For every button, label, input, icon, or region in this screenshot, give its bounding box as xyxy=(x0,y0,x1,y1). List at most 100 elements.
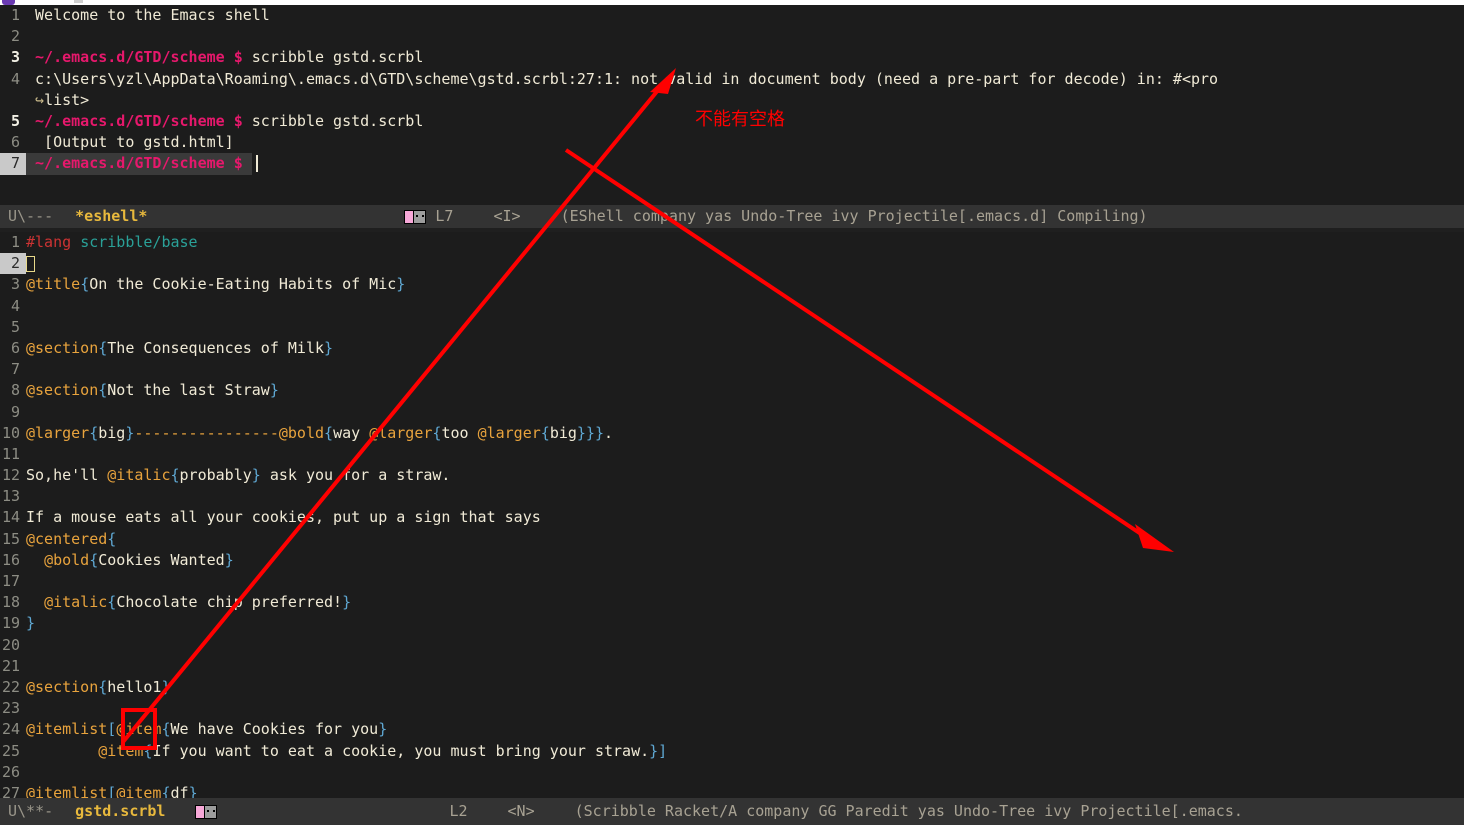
scribble-line[interactable]: 18 @italic{Chocolate chip preferred!} xyxy=(0,592,1464,613)
scribble-text-segment: scribble/base xyxy=(80,233,198,251)
scribble-text-segment: @italic xyxy=(107,466,171,485)
scribble-text-segment: big xyxy=(549,423,577,442)
scribble-text-segment: @bold xyxy=(278,423,325,442)
scribble-line[interactable]: 20 xyxy=(0,635,1464,656)
nyan-cat-progress-indicator-bottom[interactable] xyxy=(189,803,229,821)
emacs-screenshot: 1 Welcome to the Emacs shell 2 3 ~/.emacs.… xyxy=(0,0,1464,825)
scribble-source-window[interactable]: 1 #lang scribble/base 2 3 @title{On the Cook… xyxy=(0,232,1464,798)
eshell-modeline[interactable]: U\--- *eshell* L7 <I> (EShell company ya… xyxy=(0,205,1464,228)
scribble-text-segment: We have Cookies for you xyxy=(170,720,379,739)
scribble-text-segment xyxy=(26,592,44,613)
scribble-text-segment: } xyxy=(269,381,279,400)
scribble-text-segment: } xyxy=(224,550,234,569)
scribble-text-segment: @italic xyxy=(44,593,108,612)
eshell-line[interactable]: 3 ~/.emacs.d/GTD/scheme $ scribble gstd.… xyxy=(0,47,1464,68)
line-number: 4 xyxy=(10,69,20,88)
line-number: 2 xyxy=(10,27,20,46)
line-number: 18 xyxy=(1,593,20,612)
line-number: 5 xyxy=(10,111,20,130)
scribble-text-segment: [ xyxy=(107,720,117,739)
line-number: 20 xyxy=(1,635,20,654)
scribble-line[interactable]: 25 @item{If you want to eat a cookie, yo… xyxy=(0,741,1464,762)
eshell-text-segment: ~/.emacs.d/GTD/scheme $ xyxy=(26,111,243,130)
scribble-text-segment: Cookies Wanted xyxy=(98,550,225,569)
line-number: 2 xyxy=(0,253,26,275)
eshell-text-segment: ~/.emacs.d/GTD/scheme $ xyxy=(26,48,243,67)
line-number: 14 xyxy=(1,508,20,527)
scribble-line[interactable]: 3 @title{On the Cookie-Eating Habits of M… xyxy=(0,274,1464,295)
scribble-line[interactable]: 7 xyxy=(0,359,1464,380)
text-cursor xyxy=(255,155,258,173)
scribble-line[interactable]: 14 If a mouse eats all your cookies, put … xyxy=(0,507,1464,528)
scribble-line[interactable]: 17 xyxy=(0,571,1464,592)
line-number: 15 xyxy=(1,529,20,548)
eshell-text-segment: scribble gstd.scrbl xyxy=(242,48,424,67)
line-number: 3 xyxy=(10,48,20,67)
scribble-text-segment: @title xyxy=(26,275,81,294)
scribble-line[interactable]: 12 So,he'll @italic{probably} ask you for… xyxy=(0,465,1464,486)
scribble-text-segment: If a mouse eats all your cookies, put up… xyxy=(26,508,541,527)
nyan-cat-progress-indicator[interactable] xyxy=(167,208,427,226)
line-number: 17 xyxy=(1,572,20,590)
eshell-line[interactable]: 6 [Output to gstd.html] xyxy=(0,132,1464,153)
scribble-line[interactable]: 10 @larger{big} ---------------- @bold{way … xyxy=(0,423,1464,444)
scribble-text-segment: too xyxy=(441,423,478,442)
scribble-text-segment: { xyxy=(170,466,180,485)
scribble-text-segment: { xyxy=(432,423,442,442)
scribble-modeline-evil-state: <N> xyxy=(507,802,535,820)
scribble-text-segment: If you want to eat a cookie, you must br… xyxy=(152,741,650,760)
scribble-line[interactable]: 4 xyxy=(0,296,1464,317)
scribble-modeline-buffer-name[interactable]: gstd.scrbl xyxy=(75,798,165,825)
line-number: 4 xyxy=(10,296,20,315)
scribble-modeline[interactable]: U\**- gstd.scrbl L2 <N> (Scribble Racket… xyxy=(0,798,1464,825)
scribble-line[interactable]: 24 @itemlist[@item{We have Cookies for yo… xyxy=(0,719,1464,740)
scribble-text-segment: @section xyxy=(26,677,99,696)
eshell-line[interactable]: 1 Welcome to the Emacs shell xyxy=(0,5,1464,26)
scribble-line[interactable]: 9 xyxy=(0,402,1464,423)
scribble-text-segment: } xyxy=(251,466,261,485)
eshell-line[interactable]: 4 c:\Users\yzl\AppData\Roaming\.emacs.d\… xyxy=(0,69,1464,90)
scribble-line[interactable]: 22 @section{hello1} xyxy=(0,677,1464,698)
eshell-buffer-text[interactable]: 1 Welcome to the Emacs shell 2 3 ~/.emacs.… xyxy=(0,5,1464,175)
scribble-line[interactable]: 13 xyxy=(0,486,1464,507)
scribble-line[interactable]: 19} xyxy=(0,613,1464,634)
scribble-line[interactable]: 8 @section{Not the last Straw} xyxy=(0,380,1464,401)
scribble-text-segment: } xyxy=(378,720,388,739)
scribble-text-segment: { xyxy=(107,593,117,612)
scribble-text-segment: hello1 xyxy=(107,677,162,696)
eshell-modeline-buffer-name[interactable]: *eshell* xyxy=(75,205,147,228)
scribble-line[interactable]: 23 xyxy=(0,698,1464,719)
scribble-text-segment: } xyxy=(125,423,135,442)
scribble-line[interactable]: 11 xyxy=(0,444,1464,465)
line-number: 27 xyxy=(1,783,20,798)
scribble-modeline-position: L2 xyxy=(449,802,468,820)
scribble-buffer-text[interactable]: 1 #lang scribble/base 2 3 @title{On the Cook… xyxy=(0,232,1464,798)
eshell-text-segment: ↪ xyxy=(26,90,45,109)
scribble-text-segment: { xyxy=(98,381,108,400)
scribble-line[interactable]: 15 @centered{ xyxy=(0,529,1464,550)
line-number: 1 xyxy=(10,6,20,24)
scribble-text-segment: { xyxy=(161,783,171,798)
scribble-line[interactable]: 27 @itemlist[@item{df} xyxy=(0,783,1464,798)
line-number: 7 xyxy=(10,360,20,379)
scribble-line[interactable]: 2 xyxy=(0,253,1464,275)
scribble-text-segment: @larger xyxy=(369,423,433,442)
eshell-line[interactable]: 7 ~/.emacs.d/GTD/scheme $ xyxy=(0,153,1464,175)
scribble-text-segment: { xyxy=(89,423,99,442)
eshell-text-segment: ~/.emacs.d/GTD/scheme $ xyxy=(26,153,252,175)
scribble-modeline-flags: U\**- xyxy=(8,802,54,820)
line-number: 22 xyxy=(1,677,20,696)
line-number: 19 xyxy=(1,614,20,633)
scribble-line[interactable]: 21 xyxy=(0,656,1464,677)
scribble-text-segment: . xyxy=(604,423,614,442)
scribble-line[interactable]: 5 xyxy=(0,317,1464,338)
scribble-line[interactable]: 26 xyxy=(0,762,1464,783)
eshell-line[interactable]: 2 xyxy=(0,26,1464,47)
scribble-line[interactable]: 6 @section{The Consequences of Milk} xyxy=(0,338,1464,359)
eshell-text-segment: [Output to gstd.html] xyxy=(26,133,234,152)
scribble-text-segment: Chocolate chip preferred! xyxy=(116,593,343,612)
scribble-text-segment: { xyxy=(98,338,108,357)
scribble-line[interactable]: 1 #lang scribble/base xyxy=(0,232,1464,253)
scribble-line[interactable]: 16 @bold{Cookies Wanted} xyxy=(0,550,1464,571)
scribble-text-segment: }] xyxy=(649,741,668,760)
